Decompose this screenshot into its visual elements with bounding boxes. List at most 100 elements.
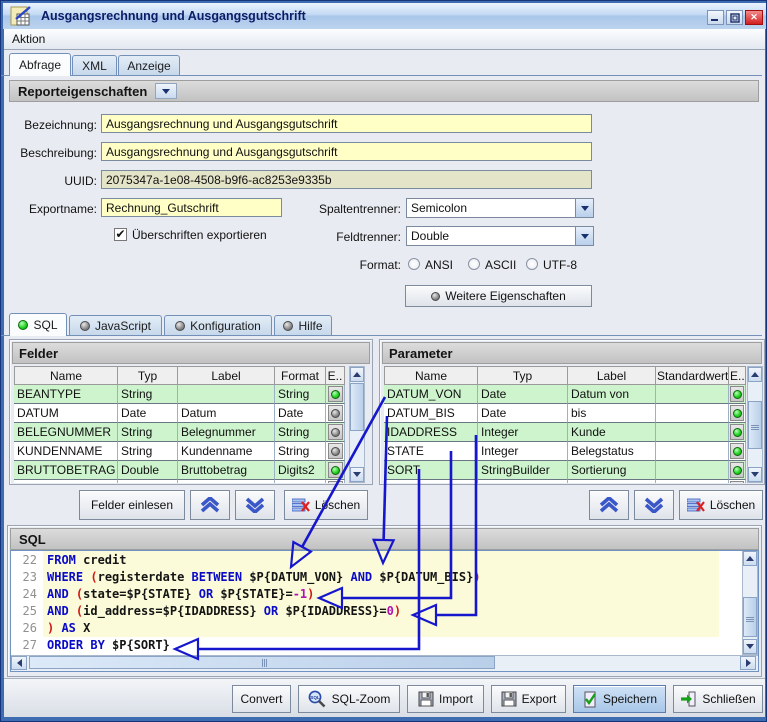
- felder-move-up-button[interactable]: [190, 490, 230, 520]
- table-cell[interactable]: KUNDENNAME: [14, 442, 118, 461]
- column-header[interactable]: Name: [384, 366, 478, 385]
- column-header[interactable]: Name: [14, 366, 118, 385]
- table-cell[interactable]: Date: [478, 404, 568, 423]
- table-cell[interactable]: [656, 480, 729, 483]
- column-header[interactable]: Label: [178, 366, 275, 385]
- table-cell[interactable]: Integer: [478, 423, 568, 442]
- weitere-eigenschaften-button[interactable]: Weitere Eigenschaften: [405, 285, 592, 307]
- table-cell[interactable]: [656, 423, 729, 442]
- table-row[interactable]: BELEGNUMMERStringBelegnummerString: [14, 423, 345, 442]
- felder-loeschen-button[interactable]: Löschen: [284, 490, 368, 520]
- schliessen-button[interactable]: Schließen: [673, 685, 763, 713]
- column-header[interactable]: E..: [729, 366, 746, 385]
- table-cell[interactable]: [656, 461, 729, 480]
- scroll-down-icon[interactable]: [748, 467, 762, 482]
- table-cell[interactable]: String: [118, 423, 178, 442]
- table-cell[interactable]: Date: [118, 404, 178, 423]
- sql-vscrollbar[interactable]: [742, 551, 758, 655]
- green-led-icon[interactable]: [730, 424, 744, 440]
- table-cell[interactable]: [178, 480, 275, 483]
- minimize-icon[interactable]: [707, 10, 724, 25]
- sql-line[interactable]: 22FROM credit: [11, 551, 719, 568]
- tab-javascript[interactable]: JavaScript: [69, 315, 162, 336]
- table-row[interactable]: DATUM_VONDateDatum von: [384, 385, 746, 404]
- table-cell[interactable]: Double: [118, 461, 178, 480]
- title-bar[interactable]: Ausgangsrechnung und Ausgangsgutschrift …: [3, 3, 766, 29]
- felder-einlesen-button[interactable]: Felder einlesen: [79, 490, 185, 520]
- gray-led-icon[interactable]: [328, 405, 343, 421]
- green-led-icon[interactable]: [730, 462, 744, 478]
- sql-line[interactable]: 24AND (state=$P{STATE} OR $P{STATE}=-1): [11, 585, 719, 602]
- gray-led-icon[interactable]: [328, 481, 343, 483]
- spaltentrenner-select[interactable]: Semicolon: [406, 198, 594, 218]
- table-header[interactable]: NameTypLabelStandardwertE..: [384, 366, 746, 385]
- radio-ansi[interactable]: [408, 258, 420, 270]
- table-row[interactable]: [384, 480, 746, 483]
- table-cell[interactable]: Date: [275, 404, 326, 423]
- green-led-icon[interactable]: [328, 386, 343, 402]
- column-header[interactable]: Standardwert: [656, 366, 729, 385]
- table-cell[interactable]: bis: [568, 404, 656, 423]
- table-cell[interactable]: DATUM_BIS: [384, 404, 478, 423]
- table-cell[interactable]: String: [275, 385, 326, 404]
- green-led-icon[interactable]: [730, 443, 744, 459]
- scroll-down-icon[interactable]: [350, 467, 364, 482]
- tab-sql[interactable]: SQL: [9, 313, 67, 336]
- feldtrenner-select[interactable]: Double: [406, 226, 594, 246]
- gray-led-icon[interactable]: [328, 424, 343, 440]
- table-row[interactable]: DATUMDateDatumDate: [14, 404, 345, 423]
- table-cell[interactable]: String: [275, 442, 326, 461]
- parameter-loeschen-button[interactable]: Löschen: [679, 490, 763, 520]
- table-cell[interactable]: BRUTTOBETRAG: [14, 461, 118, 480]
- table-row[interactable]: [14, 480, 345, 483]
- exportname-field[interactable]: [101, 198, 282, 217]
- table-cell[interactable]: StringBuilder: [478, 461, 568, 480]
- scroll-up-icon[interactable]: [743, 551, 757, 566]
- close-icon[interactable]: ✕: [745, 10, 763, 25]
- table-cell[interactable]: Datum von: [568, 385, 656, 404]
- table-row[interactable]: BRUTTOBETRAGDoubleBruttobetragDigits2: [14, 461, 345, 480]
- table-cell[interactable]: SORT: [384, 461, 478, 480]
- table-row[interactable]: SORTStringBuilderSortierung: [384, 461, 746, 480]
- column-header[interactable]: Label: [568, 366, 656, 385]
- beschreibung-field[interactable]: [101, 142, 592, 161]
- sql-zoom-button[interactable]: SQL SQL-Zoom: [298, 685, 400, 713]
- parameter-scrollbar[interactable]: [747, 366, 763, 483]
- table-cell[interactable]: DATUM_VON: [384, 385, 478, 404]
- chevron-down-icon[interactable]: [575, 227, 593, 245]
- scroll-up-icon[interactable]: [748, 367, 762, 382]
- sql-hscrollbar[interactable]: [11, 655, 758, 671]
- table-cell[interactable]: [656, 404, 729, 423]
- column-header[interactable]: Typ: [478, 366, 568, 385]
- tab-konfiguration[interactable]: Konfiguration: [164, 315, 272, 336]
- table-cell[interactable]: DATUM: [14, 404, 118, 423]
- felder-move-down-button[interactable]: [235, 490, 275, 520]
- table-cell[interactable]: Sortierung: [568, 461, 656, 480]
- ueberschriften-checkbox[interactable]: ✔: [114, 228, 127, 241]
- table-cell[interactable]: Kundenname: [178, 442, 275, 461]
- table-cell[interactable]: Belegnummer: [178, 423, 275, 442]
- table-cell[interactable]: String: [118, 442, 178, 461]
- gray-led-icon[interactable]: [328, 443, 343, 459]
- parameter-move-down-button[interactable]: [634, 490, 674, 520]
- scroll-left-icon[interactable]: [11, 656, 27, 670]
- table-cell[interactable]: [384, 480, 478, 483]
- table-row[interactable]: BEANTYPEStringString: [14, 385, 345, 404]
- maximize-icon[interactable]: [726, 10, 743, 25]
- tab-abfrage[interactable]: Abfrage: [9, 53, 71, 76]
- table-cell[interactable]: Belegstatus: [568, 442, 656, 461]
- table-row[interactable]: STATEIntegerBelegstatus: [384, 442, 746, 461]
- felder-scrollbar[interactable]: [349, 366, 365, 483]
- green-led-icon[interactable]: [730, 481, 744, 483]
- column-header[interactable]: Format: [275, 366, 326, 385]
- scroll-up-icon[interactable]: [350, 367, 364, 382]
- convert-button[interactable]: Convert: [232, 685, 291, 713]
- sql-line[interactable]: 27ORDER BY $P{SORT}: [11, 636, 719, 653]
- table-cell[interactable]: Digits2: [275, 461, 326, 480]
- table-cell[interactable]: [656, 442, 729, 461]
- green-led-icon[interactable]: [730, 386, 744, 402]
- table-row[interactable]: IDADDRESSIntegerKunde: [384, 423, 746, 442]
- table-cell[interactable]: [178, 385, 275, 404]
- table-cell[interactable]: STATE: [384, 442, 478, 461]
- speichern-button[interactable]: Speichern: [573, 685, 666, 713]
